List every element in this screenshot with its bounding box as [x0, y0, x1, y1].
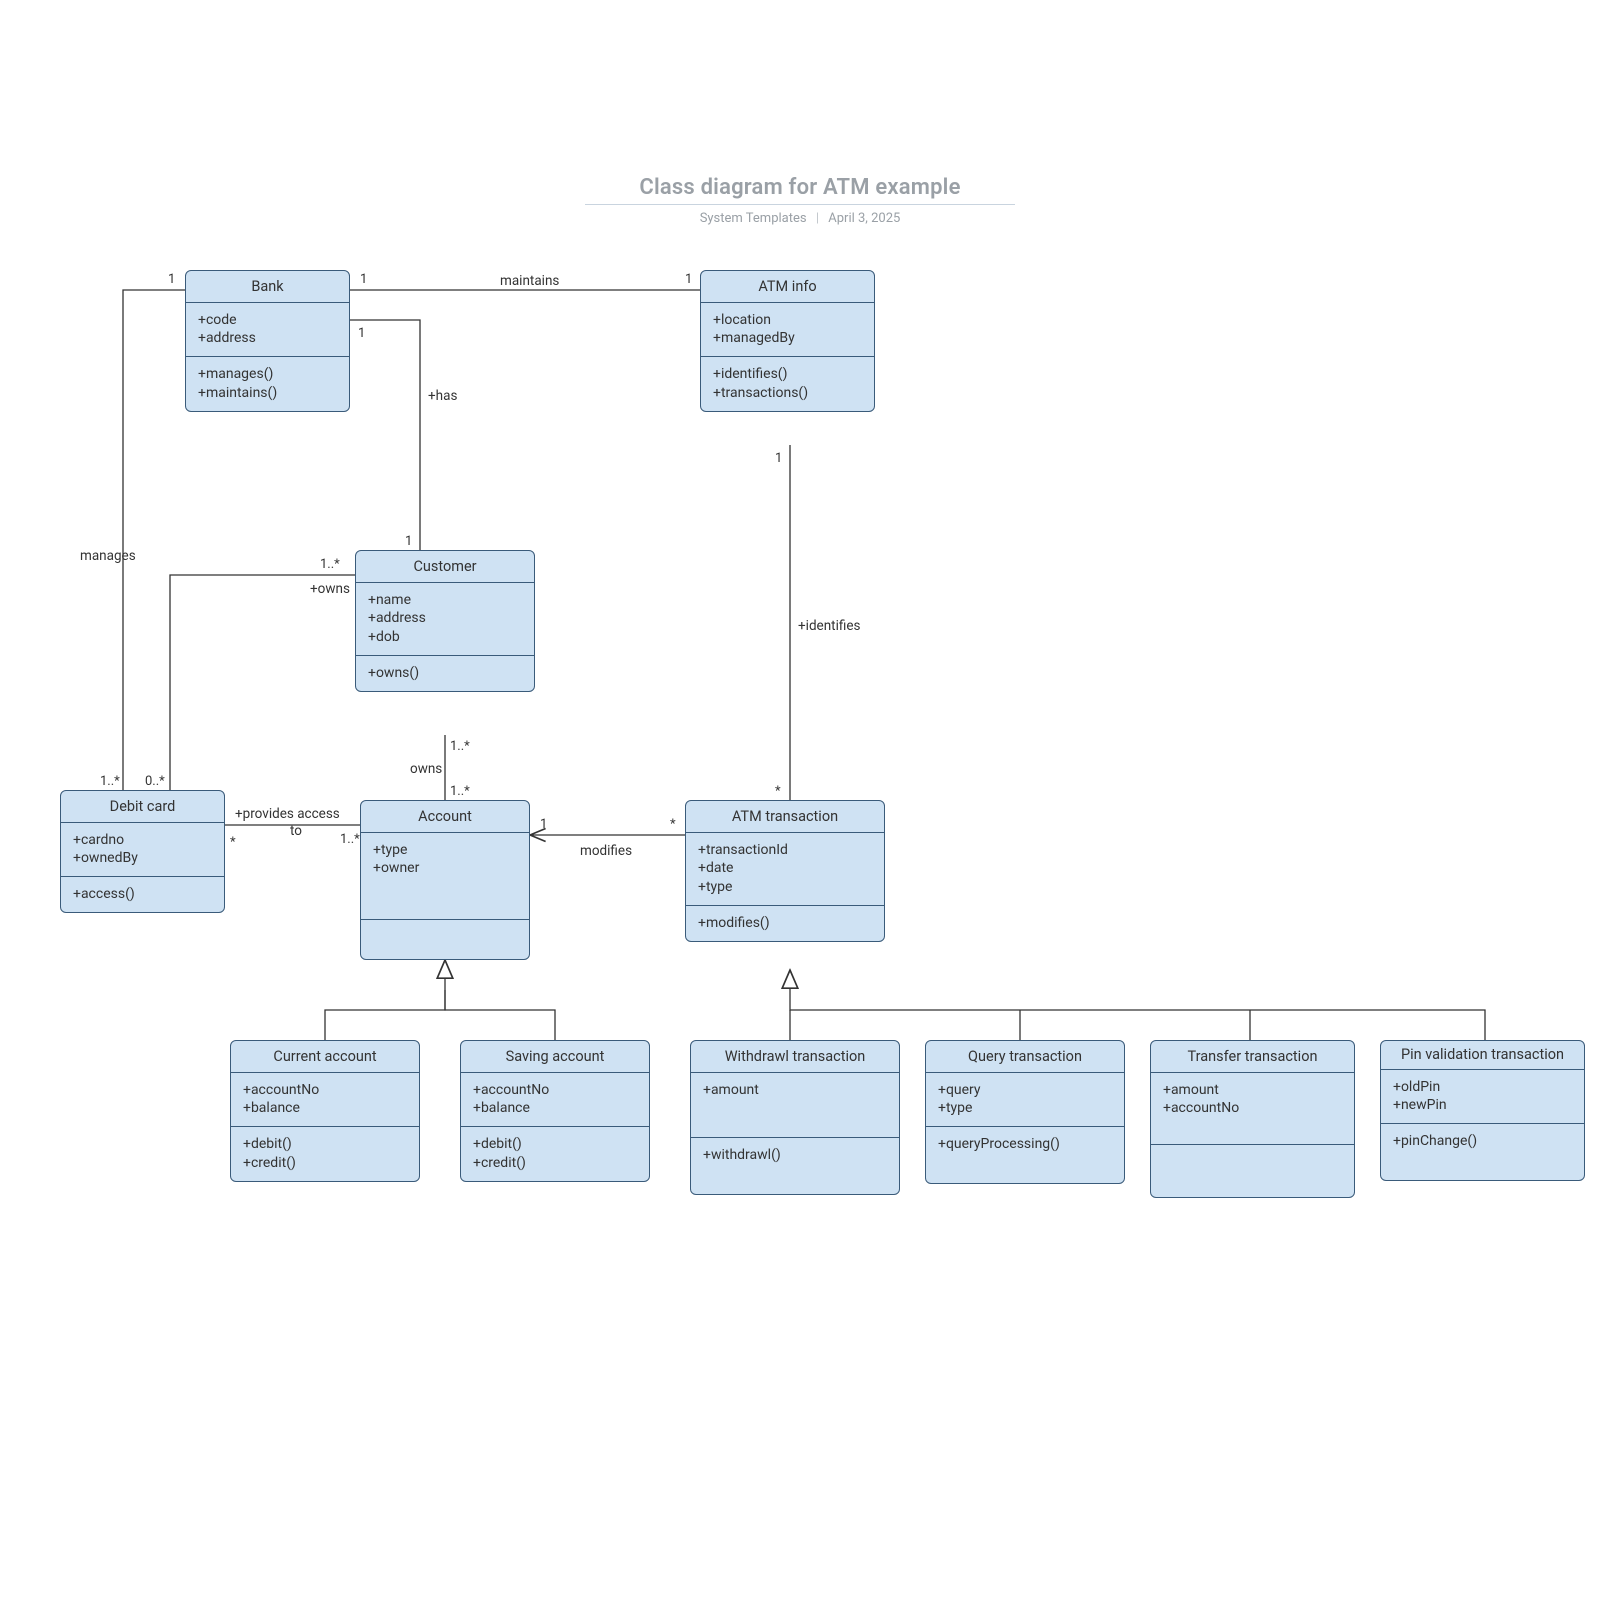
class-account-attrs: +type +owner	[361, 833, 529, 920]
class-bank-title: Bank	[186, 271, 349, 303]
class-withdraw-title: Withdrawl transaction	[691, 1041, 899, 1073]
rel-cust-acct-mfrom: 1..*	[450, 739, 470, 754]
class-transfer-transaction: Transfer transaction +amount +accountNo	[1150, 1040, 1355, 1198]
rel-bank-cust-mfrom: 1	[358, 326, 365, 341]
class-transfer-ops	[1151, 1145, 1354, 1198]
rel-acct-tx-label: modifies	[580, 843, 632, 859]
class-withdraw-ops: +withdrawl()	[691, 1138, 899, 1194]
class-account-title: Account	[361, 801, 529, 833]
rel-bank-debit-label: manages	[80, 548, 136, 564]
class-transfer-attrs: +amount +accountNo	[1151, 1073, 1354, 1145]
class-customer-ops: +owns()	[356, 656, 534, 691]
class-query-title: Query transaction	[926, 1041, 1124, 1073]
class-pin-validation-transaction: Pin validation transaction +oldPin +newP…	[1380, 1040, 1585, 1181]
rel-info-tx-label: +identifies	[798, 618, 861, 634]
diagram-subtitle: System Templates | April 3, 2025	[0, 211, 1600, 226]
class-pin-attrs: +oldPin +newPin	[1381, 1070, 1584, 1125]
class-customer-attrs: +name +address +dob	[356, 583, 534, 657]
class-saving-attrs: +accountNo +balance	[461, 1073, 649, 1128]
class-query-ops: +queryProcessing()	[926, 1127, 1124, 1183]
rel-cust-acct-mto: 1..*	[450, 784, 470, 799]
class-account-ops	[361, 920, 529, 960]
class-customer: Customer +name +address +dob +owns()	[355, 550, 535, 692]
subtitle-left: System Templates	[700, 211, 807, 226]
class-bank: Bank +code +address +manages() +maintain…	[185, 270, 350, 412]
rel-debit-acct-label1: +provides access	[235, 806, 340, 822]
rel-acct-tx-mfrom: 1	[540, 817, 547, 832]
class-debit-attrs: +cardno +ownedBy	[61, 823, 224, 878]
class-atm-info: ATM info +location +managedBy +identifie…	[700, 270, 875, 412]
class-withdraw-attrs: +amount	[691, 1073, 899, 1138]
class-debit-title: Debit card	[61, 791, 224, 823]
subtitle-separator: |	[816, 211, 819, 226]
rel-bank-cust-mto: 1	[405, 534, 412, 549]
class-bank-attrs: +code +address	[186, 303, 349, 358]
rel-bank-debit-mfrom: 1	[168, 272, 175, 287]
rel-info-tx-mfrom: 1	[775, 451, 782, 466]
class-atm-info-ops: +identifies() +transactions()	[701, 357, 874, 411]
class-atmtx-attrs: +transactionId +date +type	[686, 833, 884, 907]
class-pin-title: Pin validation transaction	[1381, 1041, 1584, 1070]
class-saving-account: Saving account +accountNo +balance +debi…	[460, 1040, 650, 1182]
class-current-account: Current account +accountNo +balance +deb…	[230, 1040, 420, 1182]
class-query-attrs: +query +type	[926, 1073, 1124, 1128]
rel-bank-atm-label: maintains	[500, 273, 559, 289]
diagram-title: Class diagram for ATM example	[0, 175, 1600, 200]
class-saving-title: Saving account	[461, 1041, 649, 1073]
class-current-title: Current account	[231, 1041, 419, 1073]
diagram-canvas: { "header": { "title": "Class diagram fo…	[0, 0, 1600, 1600]
rel-cust-debit-label: +owns	[310, 581, 350, 597]
rel-debit-acct-mto: 1..*	[340, 832, 360, 847]
class-account: Account +type +owner	[360, 800, 530, 960]
rel-info-tx-mto: *	[775, 784, 781, 799]
rel-debit-acct-mfrom: *	[230, 835, 236, 850]
class-pin-ops: +pinChange()	[1381, 1124, 1584, 1180]
rel-bank-atm-mfrom: 1	[360, 272, 367, 287]
rel-bank-cust-label: +has	[428, 388, 457, 404]
class-atmtx-title: ATM transaction	[686, 801, 884, 833]
class-withdrawl-transaction: Withdrawl transaction +amount +withdrawl…	[690, 1040, 900, 1195]
rel-debit-acct-label2: to	[290, 823, 302, 839]
rel-cust-debit-mto: 0..*	[145, 774, 165, 789]
class-saving-ops: +debit() +credit()	[461, 1127, 649, 1181]
class-current-attrs: +accountNo +balance	[231, 1073, 419, 1128]
diagram-header: Class diagram for ATM example System Tem…	[0, 175, 1600, 226]
class-atm-info-title: ATM info	[701, 271, 874, 303]
class-query-transaction: Query transaction +query +type +queryPro…	[925, 1040, 1125, 1184]
rel-bank-atm-mto: 1	[685, 272, 692, 287]
class-transfer-title: Transfer transaction	[1151, 1041, 1354, 1073]
rel-cust-acct-label: owns	[410, 761, 442, 777]
class-atmtx-ops: +modifies()	[686, 906, 884, 941]
class-debit-card: Debit card +cardno +ownedBy +access()	[60, 790, 225, 913]
rel-cust-debit-mfrom: 1..*	[320, 557, 340, 572]
subtitle-right: April 3, 2025	[828, 211, 900, 226]
class-atm-info-attrs: +location +managedBy	[701, 303, 874, 358]
class-customer-title: Customer	[356, 551, 534, 583]
rel-bank-debit-mto: 1..*	[100, 774, 120, 789]
class-current-ops: +debit() +credit()	[231, 1127, 419, 1181]
class-bank-ops: +manages() +maintains()	[186, 357, 349, 411]
rel-acct-tx-mto: *	[670, 817, 676, 832]
title-underline	[585, 204, 1015, 205]
class-debit-ops: +access()	[61, 877, 224, 912]
class-atm-transaction: ATM transaction +transactionId +date +ty…	[685, 800, 885, 942]
